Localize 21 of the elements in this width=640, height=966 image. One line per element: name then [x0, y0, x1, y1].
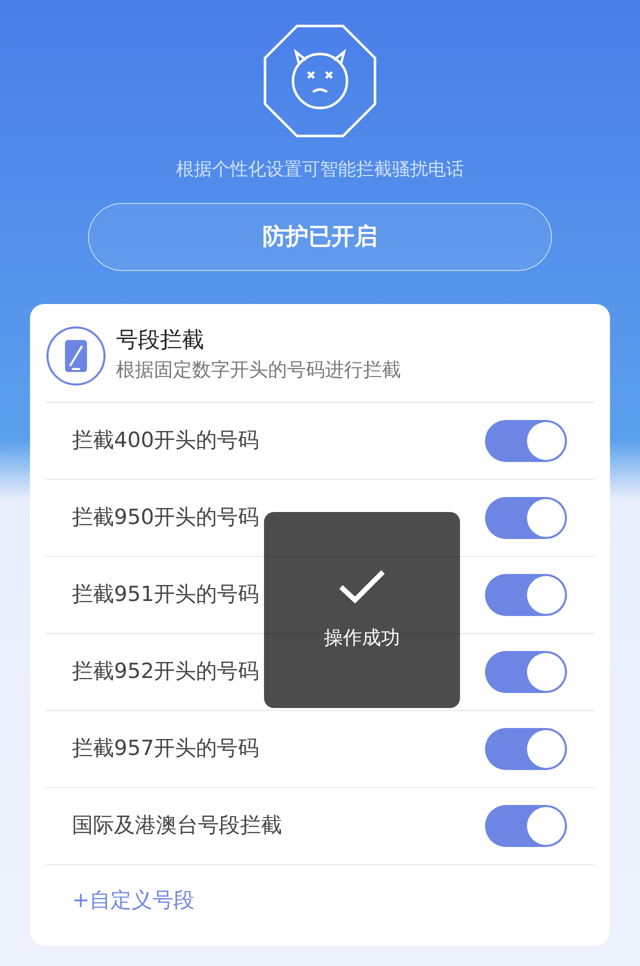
rule-label: 国际及港澳台号段拦截: [72, 812, 282, 840]
add-custom-link[interactable]: +自定义号段: [46, 865, 221, 936]
check-icon: [338, 568, 386, 604]
rule-label: 拦截951开头的号码: [72, 581, 260, 608]
rule-label: 拦截400开头的号码: [72, 427, 260, 454]
protection-button[interactable]: 防护已开启: [88, 203, 552, 271]
card-title: 号段拦截: [116, 327, 205, 356]
toggle-switch[interactable]: [485, 574, 567, 616]
toast-message: 操作成功: [324, 626, 400, 651]
toggle-switch[interactable]: [485, 497, 567, 539]
rule-label: 拦截957开头的号码: [72, 735, 260, 762]
card-subtitle: 根据固定数字开头的号码进行拦截: [116, 358, 401, 384]
toggle-switch[interactable]: [485, 805, 567, 847]
phone-icon: [46, 326, 106, 386]
toggle-switch[interactable]: [485, 651, 567, 693]
rule-label: 拦截952开头的号码: [72, 658, 260, 686]
toggle-switch[interactable]: [485, 728, 567, 770]
toggle-switch[interactable]: [485, 420, 567, 462]
subtitle: 根据个性化设置可智能拦截骚扰电话: [176, 158, 464, 182]
rule-label: 拦截950开头的号码: [72, 504, 260, 532]
blocked-face-icon: [263, 24, 377, 138]
